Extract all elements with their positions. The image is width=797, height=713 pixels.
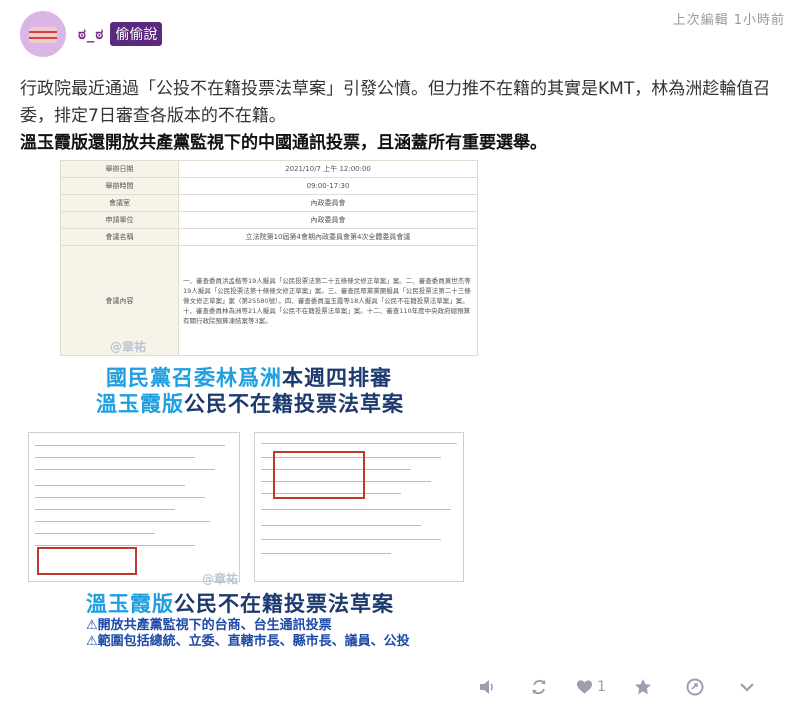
table-value: 2021/10/7 上午 12:00:00 bbox=[178, 160, 478, 178]
speaker-icon bbox=[480, 680, 493, 694]
headline-2: 溫玉霞版公民不在籍投票法草案 bbox=[96, 392, 404, 416]
table-value: 立法院第10屆第4會期內政委員會第4次全體委員會議 bbox=[178, 228, 478, 246]
table-value: 一、審查委員洪孟楷等19人擬具「公民投票法第二十五條條文修正草案」案。二、審查委… bbox=[178, 245, 478, 356]
bill-page-left bbox=[28, 432, 240, 582]
post-content: 行政院最近通過「公投不在籍投票法草案」引發公憤。但力推不在籍的其實是KMT，林為… bbox=[20, 76, 780, 157]
like-button[interactable]: 1 bbox=[565, 674, 617, 700]
watermark: @章祐 bbox=[110, 340, 147, 354]
board-badge[interactable]: 偷偷說 bbox=[110, 22, 163, 46]
chevron-down-icon bbox=[740, 683, 754, 692]
favorite-button[interactable] bbox=[617, 674, 669, 700]
post-image[interactable]: 舉辦日期 2021/10/7 上午 12:00:00 舉辦時間 09:00-17:3… bbox=[24, 160, 478, 649]
repost-icon bbox=[532, 679, 546, 695]
share-button[interactable] bbox=[669, 674, 721, 700]
bullet-item: ⚠範圍包括總統、立委、直轄市長、縣市長、議員、公投 bbox=[86, 634, 410, 649]
edited-timestamp: 上次編輯 1小時前 bbox=[672, 13, 785, 28]
highlight-box bbox=[273, 451, 365, 499]
post-paragraph-bold: 溫玉霞版還開放共產黨監視下的中國通訊投票，且涵蓋所有重要選舉。 bbox=[20, 133, 547, 153]
speaker-button[interactable] bbox=[461, 674, 513, 700]
post-header: ಠ_ಠ 偷偷說 bbox=[20, 11, 163, 57]
table-value: 09:00-17:30 bbox=[178, 177, 478, 195]
star-icon bbox=[635, 679, 651, 695]
meeting-table: 舉辦日期 2021/10/7 上午 12:00:00 舉辦時間 09:00-17:3… bbox=[60, 160, 478, 356]
table-key: 會議室 bbox=[60, 194, 179, 212]
table-key: 舉辦時間 bbox=[60, 177, 179, 195]
table-key: 會議名稱 bbox=[60, 228, 179, 246]
post-paragraph: 行政院最近通過「公投不在籍投票法草案」引發公憤。但力推不在籍的其實是KMT，林為… bbox=[20, 79, 771, 126]
like-count: 1 bbox=[597, 679, 606, 695]
repost-button[interactable] bbox=[513, 674, 565, 700]
table-key: 申請單位 bbox=[60, 211, 179, 229]
heart-icon bbox=[576, 680, 593, 694]
table-key: 舉辦日期 bbox=[60, 160, 179, 178]
share-icon bbox=[686, 678, 704, 696]
username[interactable]: ಠ_ಠ bbox=[78, 25, 104, 43]
table-value: 內政委員會 bbox=[178, 211, 478, 229]
avatar[interactable] bbox=[20, 11, 66, 57]
post-actions: 1 bbox=[461, 674, 773, 700]
bill-page-right bbox=[254, 432, 464, 582]
highlight-box bbox=[37, 547, 137, 575]
more-button[interactable] bbox=[721, 674, 773, 700]
table-value: 內政委員會 bbox=[178, 194, 478, 212]
avatar-face bbox=[29, 27, 57, 43]
watermark: @章祐 bbox=[202, 572, 239, 586]
